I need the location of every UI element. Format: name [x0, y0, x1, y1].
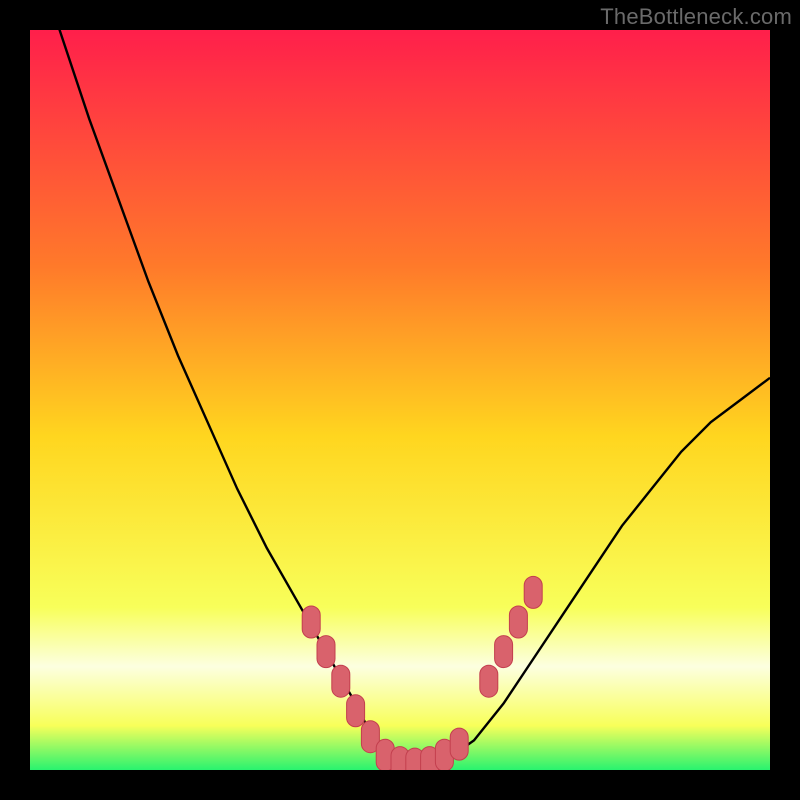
watermark-text: TheBottleneck.com	[600, 4, 792, 30]
curve-marker	[302, 606, 320, 638]
curve-marker	[347, 695, 365, 727]
curve-marker	[509, 606, 527, 638]
curve-marker	[524, 576, 542, 608]
gradient-background	[30, 30, 770, 770]
chart-frame	[30, 30, 770, 770]
bottleneck-chart	[30, 30, 770, 770]
curve-marker	[332, 665, 350, 697]
curve-marker	[480, 665, 498, 697]
curve-marker	[495, 636, 513, 668]
curve-marker	[317, 636, 335, 668]
curve-marker	[450, 728, 468, 760]
